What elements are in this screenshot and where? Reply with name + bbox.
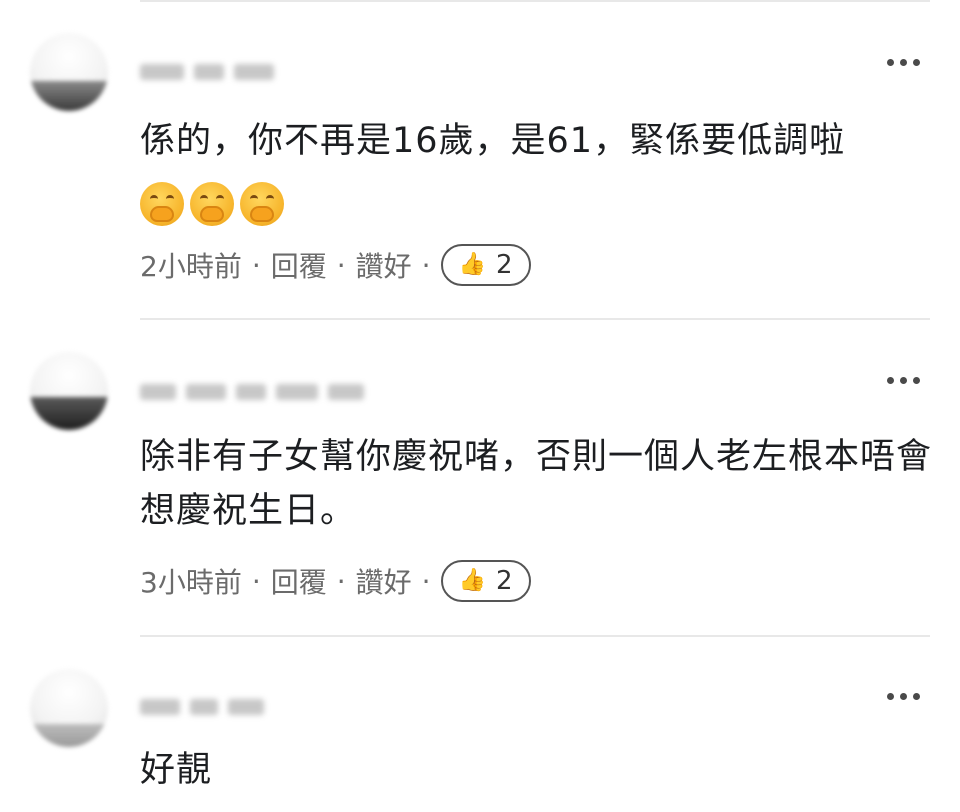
- comment-feed: 係的，你不再是16歲，是61，緊係要低調啦 2小時前 · 回覆 · 讚好 · 👍…: [0, 0, 960, 812]
- like-count: 2: [495, 250, 513, 280]
- comment-item: 除非有子女幫你慶祝啫，否則一個人老左根本唔會想慶祝生日。 3小時前 · 回覆 ·…: [0, 320, 960, 638]
- username-blurred[interactable]: [140, 699, 264, 717]
- like-count: 2: [495, 566, 513, 596]
- username-blurred[interactable]: [140, 64, 274, 82]
- thumbs-up-icon: 👍: [458, 568, 486, 593]
- like-link[interactable]: 讚好: [356, 245, 412, 285]
- more-dots-icon[interactable]: [887, 693, 920, 700]
- avatar[interactable]: [30, 352, 108, 430]
- comment-time: 3小時前: [140, 566, 242, 599]
- avatar[interactable]: [30, 669, 108, 747]
- hand-over-mouth-emoji: [190, 182, 234, 226]
- emoji-row: [140, 182, 284, 226]
- comment-time: 2小時前: [140, 250, 242, 283]
- hand-over-mouth-emoji: [140, 182, 184, 226]
- username-blurred[interactable]: [140, 384, 364, 402]
- hand-over-mouth-emoji: [240, 182, 284, 226]
- like-link[interactable]: 讚好: [356, 561, 412, 601]
- more-dots-icon[interactable]: [887, 377, 920, 384]
- comment-meta: 3小時前 · 回覆 · 讚好 · 👍 2: [140, 560, 531, 602]
- comment-meta: 2小時前 · 回覆 · 讚好 · 👍 2: [140, 244, 531, 286]
- reply-link[interactable]: 回覆: [271, 561, 327, 601]
- avatar[interactable]: [30, 33, 108, 111]
- comment-item: 係的，你不再是16歲，是61，緊係要低調啦 2小時前 · 回覆 · 讚好 · 👍…: [0, 0, 960, 320]
- thumbs-up-icon: 👍: [458, 252, 486, 277]
- comment-text: 係的，你不再是16歲，是61，緊係要低調啦: [140, 121, 846, 161]
- comment-item: 好靚: [0, 637, 960, 812]
- reply-link[interactable]: 回覆: [271, 245, 327, 285]
- more-dots-icon[interactable]: [887, 59, 920, 66]
- comment-text: 除非有子女幫你慶祝啫，否則一個人老左根本唔會想慶祝生日。: [140, 437, 933, 531]
- like-count-pill[interactable]: 👍 2: [440, 560, 531, 602]
- comment-text: 好靚: [140, 750, 213, 790]
- like-count-pill[interactable]: 👍 2: [440, 244, 531, 286]
